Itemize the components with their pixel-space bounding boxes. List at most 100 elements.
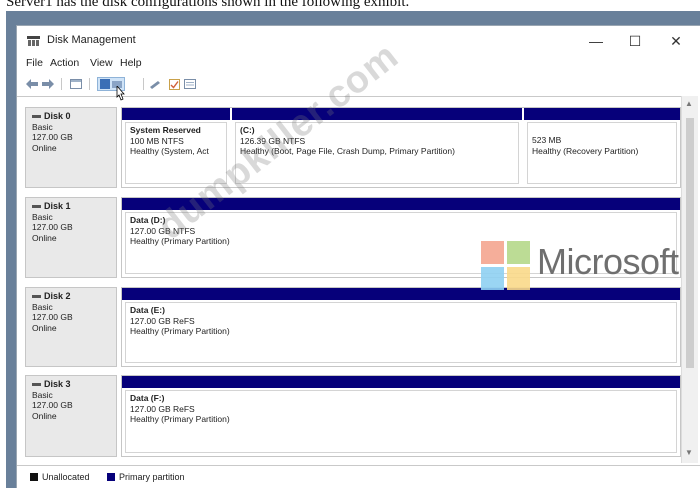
- partitions-area: System Reserved 100 MB NTFS Healthy (Sys…: [121, 107, 681, 188]
- scroll-up-icon[interactable]: ▲: [685, 99, 693, 108]
- back-arrow-icon[interactable]: [25, 77, 39, 91]
- disk-status: Online: [32, 142, 57, 153]
- partition-header: [524, 108, 680, 120]
- disk-size: 127.00 GB: [32, 312, 73, 322]
- exhibit-caption: Server1 has the disk configurations show…: [6, 0, 410, 9]
- check-icon[interactable]: [167, 77, 181, 91]
- disk-info-panel[interactable]: Disk 3 Basic 127.00 GB Online: [25, 375, 117, 457]
- menu-help[interactable]: Help: [120, 57, 142, 69]
- partition-health: Healthy (Boot, Page File, Crash Dump, Pr…: [240, 146, 455, 156]
- disk-status: Online: [32, 232, 57, 243]
- menu-view[interactable]: View: [90, 57, 113, 69]
- legend-label: Unallocated: [42, 472, 90, 482]
- partition-body: 523 MB Healthy (Recovery Partition): [527, 122, 677, 184]
- partition-label: Data (F:): [130, 393, 165, 403]
- partition-e[interactable]: Data (E:) 127.00 GB ReFS Healthy (Primar…: [122, 288, 680, 366]
- partition-body: (C:) 126.39 GB NTFS Healthy (Boot, Page …: [235, 122, 519, 184]
- partition-label: System Reserved: [130, 125, 201, 135]
- partition-body: System Reserved 100 MB NTFS Healthy (Sys…: [125, 122, 227, 184]
- legend-label: Primary partition: [119, 472, 185, 482]
- forward-arrow-icon[interactable]: [41, 77, 55, 91]
- partition-detail: 100 MB NTFS: [130, 135, 184, 146]
- partitions-area: Data (E:) 127.00 GB ReFS Healthy (Primar…: [121, 287, 681, 367]
- disk-type: Basic: [32, 121, 53, 132]
- disk-size: 127.00 GB: [32, 132, 73, 142]
- partition-health: Healthy (Recovery Partition): [532, 145, 639, 156]
- disk-status: Online: [32, 322, 57, 333]
- partition-detail: 523 MB: [532, 135, 562, 145]
- partition-body: Data (E:) 127.00 GB ReFS Healthy (Primar…: [125, 302, 677, 363]
- scroll-down-icon[interactable]: ▼: [685, 448, 693, 457]
- partitions-area: Data (F:) 127.00 GB ReFS Healthy (Primar…: [121, 375, 681, 457]
- unallocated-swatch: [30, 473, 38, 481]
- scroll-thumb[interactable]: [686, 118, 694, 368]
- disk-icon: [32, 114, 41, 118]
- partition-health: Healthy (System, Act: [130, 146, 209, 156]
- partition-c[interactable]: (C:) 126.39 GB NTFS Healthy (Boot, Page …: [232, 108, 524, 187]
- partition-system-reserved[interactable]: System Reserved 100 MB NTFS Healthy (Sys…: [122, 108, 232, 187]
- disk-type: Basic: [32, 301, 53, 312]
- partition-label: (C:): [240, 125, 255, 135]
- disk-name: Disk 2: [44, 291, 71, 301]
- partition-health: Healthy (Primary Partition): [130, 414, 230, 424]
- disk-info-panel[interactable]: Disk 1 Basic 127.00 GB Online: [25, 197, 117, 278]
- legend-primary: Primary partition: [107, 472, 185, 482]
- partition-detail: 127.00 GB ReFS: [130, 403, 195, 414]
- disk-info-panel[interactable]: Disk 2 Basic 127.00 GB Online: [25, 287, 117, 367]
- maximize-button[interactable]: ☐: [622, 30, 648, 52]
- menu-file[interactable]: File: [26, 57, 43, 69]
- close-button[interactable]: ✕: [663, 30, 689, 52]
- console-tree-icon[interactable]: [69, 77, 83, 91]
- menu-action[interactable]: Action: [50, 57, 79, 69]
- partition-header: [122, 108, 230, 120]
- disk-icon: [32, 294, 41, 298]
- minimize-button[interactable]: —: [583, 30, 609, 52]
- logo-square: [507, 241, 530, 264]
- partition-header: [122, 288, 680, 300]
- menu-bar: File Action View Help: [17, 56, 700, 72]
- legend-bar: Unallocated Primary partition: [17, 465, 700, 490]
- partition-detail: 127.00 GB NTFS: [130, 225, 196, 236]
- partition-label: Data (D:): [130, 215, 166, 225]
- partition-recovery[interactable]: 523 MB Healthy (Recovery Partition): [524, 108, 680, 187]
- disk-row: Disk 0 Basic 127.00 GB Online System Res…: [25, 107, 681, 188]
- disk-name: Disk 3: [44, 379, 71, 389]
- mouse-pointer-icon: [116, 86, 125, 101]
- logo-square: [507, 267, 530, 290]
- partition-header: [122, 376, 680, 388]
- partition-health: Healthy (Primary Partition): [130, 326, 230, 336]
- vertical-scrollbar[interactable]: ▲ ▼: [681, 96, 698, 463]
- partition-f[interactable]: Data (F:) 127.00 GB ReFS Healthy (Primar…: [122, 376, 680, 456]
- disk-type: Basic: [32, 389, 53, 400]
- partition-body: Data (F:) 127.00 GB ReFS Healthy (Primar…: [125, 390, 677, 453]
- partition-detail: 127.00 GB ReFS: [130, 315, 195, 326]
- disk-name: Disk 0: [44, 111, 71, 121]
- microsoft-logo-icon: [481, 241, 531, 291]
- disk-management-icon: [27, 36, 40, 46]
- disk-size: 127.00 GB: [32, 222, 73, 232]
- primary-swatch: [107, 473, 115, 481]
- microsoft-wordmark: Microsoft: [537, 241, 679, 282]
- partition-header: [232, 108, 522, 120]
- title-bar[interactable]: Disk Management — ☐ ✕: [17, 26, 700, 56]
- window-title: Disk Management: [47, 34, 136, 46]
- help-icon[interactable]: [149, 77, 163, 91]
- partition-header: [122, 198, 680, 210]
- legend-unallocated: Unallocated: [30, 472, 90, 482]
- disk-row: Disk 2 Basic 127.00 GB Online Data (E:) …: [25, 287, 681, 367]
- disk-size: 127.00 GB: [32, 400, 73, 410]
- properties-icon[interactable]: [183, 77, 197, 91]
- disk-icon: [32, 204, 41, 208]
- partition-label: Data (E:): [130, 305, 165, 315]
- logo-square: [481, 241, 504, 264]
- disk-status: Online: [32, 410, 57, 421]
- logo-square: [481, 267, 504, 290]
- disk-info-panel[interactable]: Disk 0 Basic 127.00 GB Online: [25, 107, 117, 188]
- disk-type: Basic: [32, 211, 53, 222]
- toolbar-separator: [61, 78, 62, 90]
- toolbar-separator: [89, 78, 90, 90]
- disk-row: Disk 3 Basic 127.00 GB Online Data (F:) …: [25, 375, 681, 457]
- toolbar-separator: [143, 78, 144, 90]
- disk-name: Disk 1: [44, 201, 71, 211]
- partition-detail: 126.39 GB NTFS: [240, 135, 306, 146]
